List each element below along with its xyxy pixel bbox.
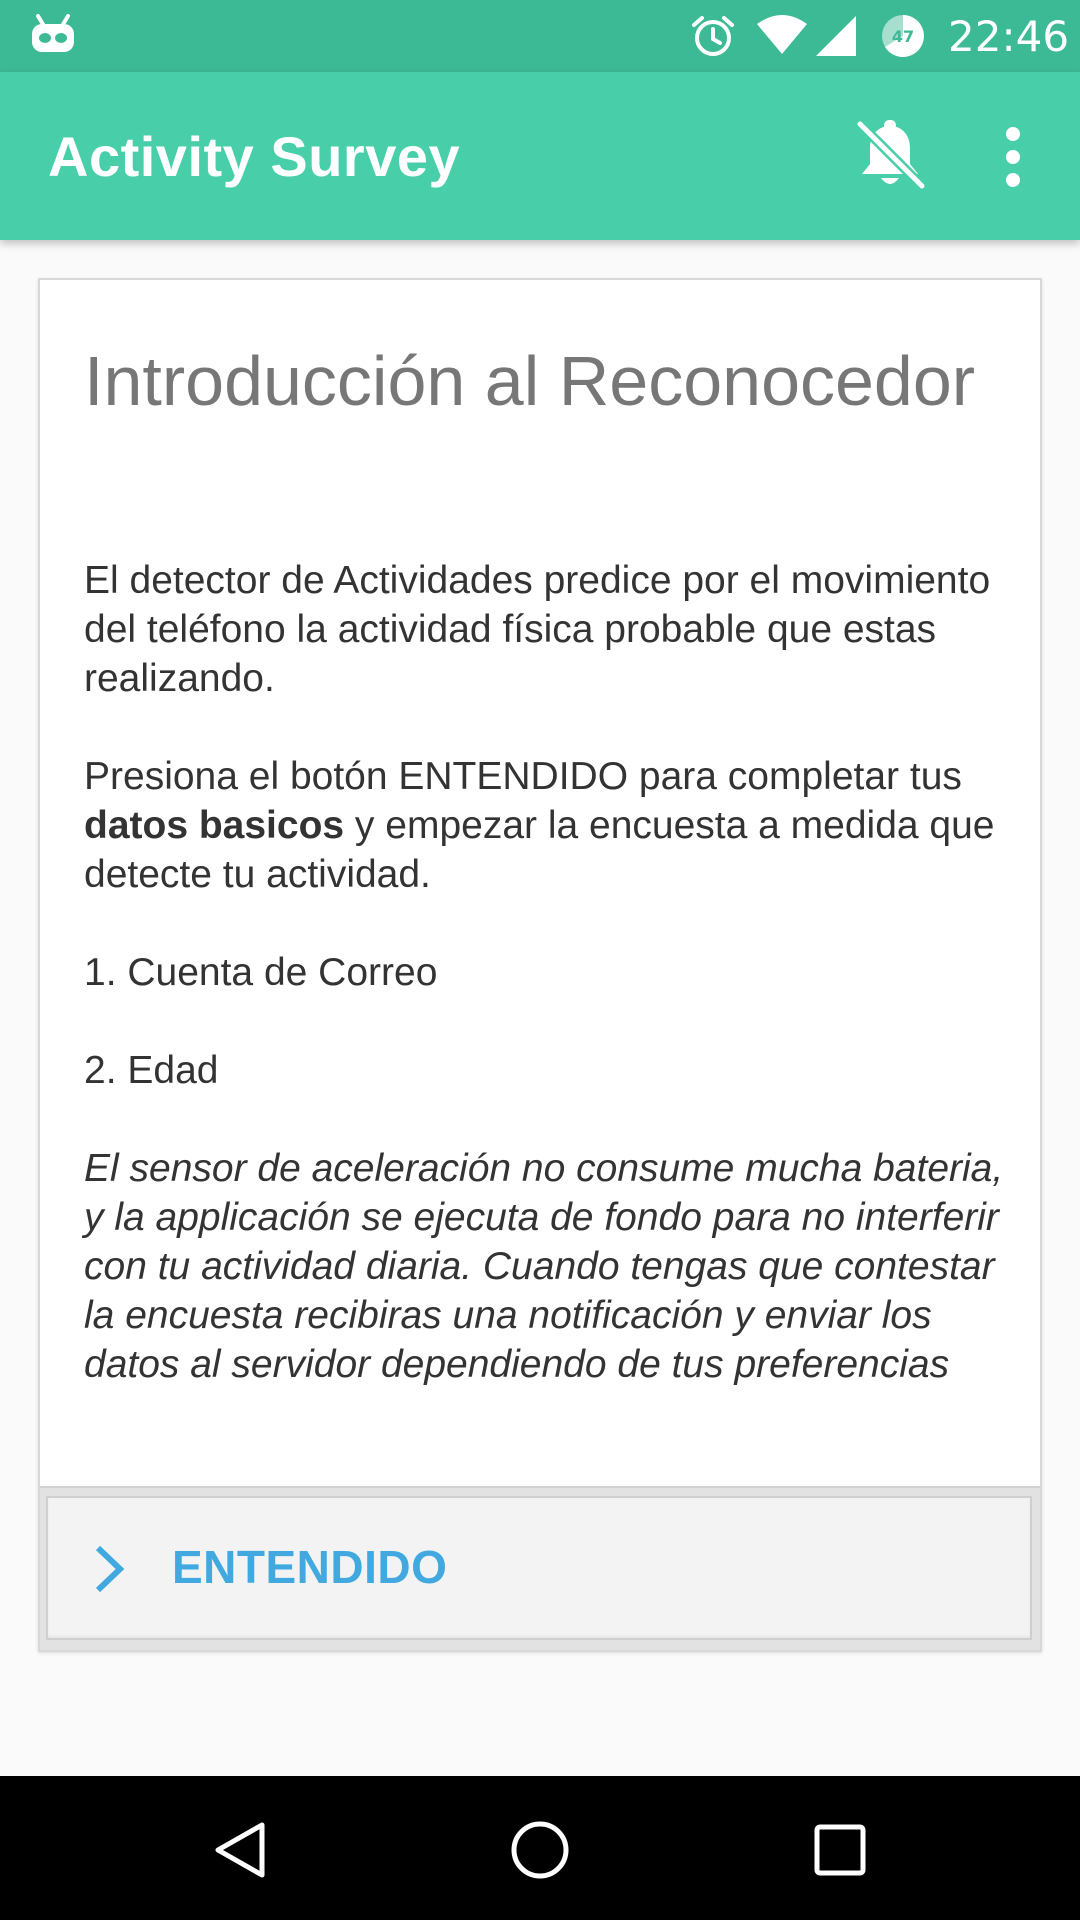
battery-note: El sensor de aceleración no consume much… xyxy=(84,1147,1004,1386)
instruction-text-start: Presiona el botón ENTENDIDO para complet… xyxy=(84,755,962,798)
entendido-button-label: ENTENDIDO xyxy=(172,1541,448,1593)
battery-level: 47 xyxy=(891,26,915,46)
app-bar: Activity Survey xyxy=(0,72,1080,240)
intro-paragraph: El detector de Actividades predice por e… xyxy=(84,559,991,700)
card-body: El detector de Actividades predice por e… xyxy=(84,556,1004,1389)
back-icon[interactable] xyxy=(212,1820,268,1884)
list-item-email: 1. Cuenta de Correo xyxy=(84,951,438,994)
more-vert-icon[interactable] xyxy=(990,120,1036,194)
instruction-bold-text: datos basicos xyxy=(84,804,345,847)
instruction-paragraph: Presiona el botón ENTENDIDO para complet… xyxy=(84,752,1004,899)
app-notification-icon xyxy=(30,14,76,60)
list-item-age: 2. Edad xyxy=(84,1049,219,1092)
card-footer: ENTENDIDO xyxy=(40,1486,1040,1650)
app-title: Activity Survey xyxy=(48,125,461,188)
card-heading: Introducción al Reconocedor xyxy=(84,342,976,420)
entendido-button[interactable]: ENTENDIDO xyxy=(46,1496,1032,1640)
intro-card: Introducción al Reconocedor El detector … xyxy=(38,278,1042,1652)
wifi-icon xyxy=(756,14,808,60)
navigation-bar xyxy=(0,1776,1080,1920)
battery-icon: 47 xyxy=(880,13,926,63)
chevron-right-icon xyxy=(92,1544,126,1598)
home-icon[interactable] xyxy=(508,1818,572,1886)
signal-icon xyxy=(814,14,858,62)
alarm-icon xyxy=(690,13,736,63)
status-bar: 47 22:46 xyxy=(0,0,1080,72)
status-clock: 22:46 xyxy=(948,12,1070,61)
notifications-off-icon[interactable] xyxy=(850,116,930,196)
recents-icon[interactable] xyxy=(812,1822,868,1882)
